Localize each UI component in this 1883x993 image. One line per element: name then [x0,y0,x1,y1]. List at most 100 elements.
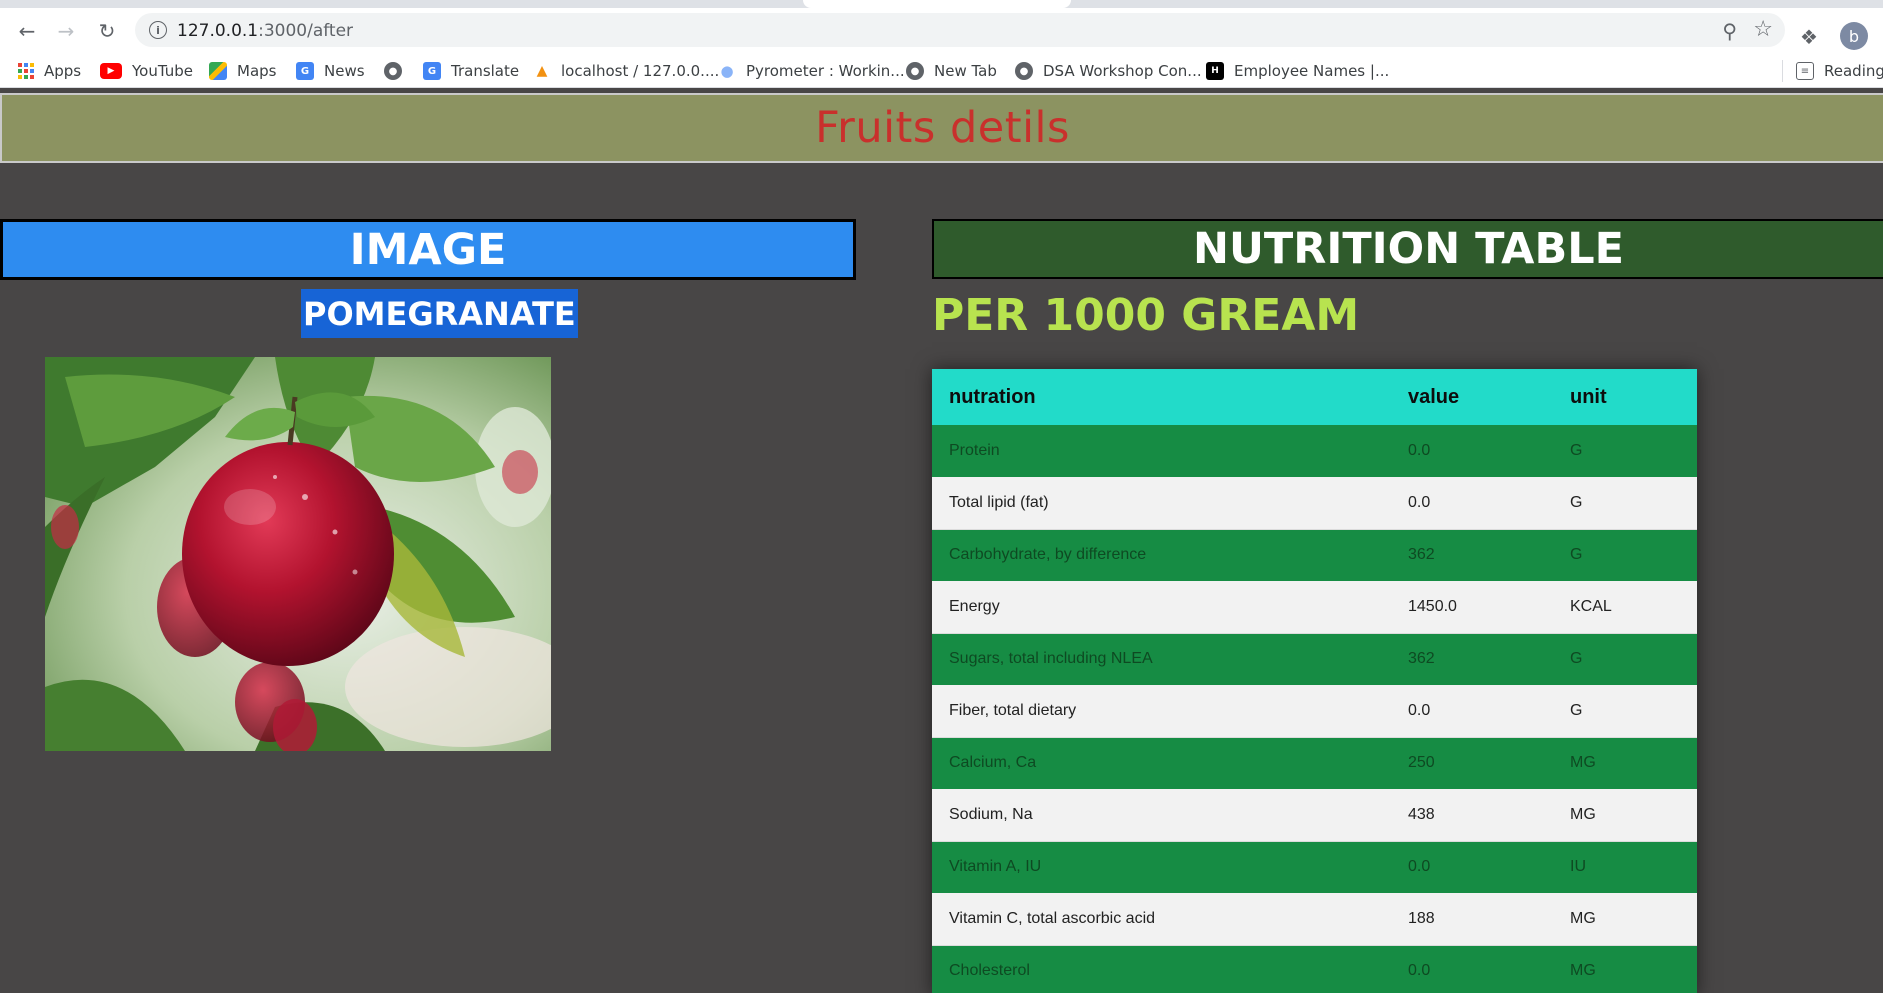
bookmark-dsa-workshop[interactable]: ● DSA Workshop Con... [1015,60,1202,82]
bookmark-localhost[interactable]: ▲ localhost / 127.0.0.... [533,60,720,82]
nutrient-unit: G [1553,425,1697,477]
extensions-puzzle-icon[interactable]: ❖ [1800,25,1818,49]
nutrient-name: Protein [932,425,1391,477]
table-row: Total lipid (fat) 0.0 G [932,477,1697,530]
per-quantity-label: PER 1000 GREAM [932,290,1360,341]
bookmark-globe[interactable]: ● [384,60,412,82]
nutrient-value: 0.0 [1391,425,1553,477]
table-row: Fiber, total dietary 0.0 G [932,685,1697,738]
reading-list-button[interactable]: ≡ Reading [1796,60,1883,82]
nutrient-unit: MG [1553,789,1697,842]
back-arrow-icon[interactable]: ← [14,18,40,44]
bookmark-apps[interactable]: Apps [18,60,81,82]
bookmark-translate[interactable]: G Translate [423,60,519,82]
column-header-value: value [1391,369,1553,425]
bookmark-label: localhost / 127.0.0.... [561,62,720,80]
nutrient-name: Sugars, total including NLEA [932,633,1391,685]
nutrient-unit: KCAL [1553,581,1697,634]
bookmark-pyrometer[interactable]: ● Pyrometer : Workin... [718,60,905,82]
nutrient-unit: G [1553,633,1697,685]
nutrient-value: 188 [1391,893,1553,946]
nutrient-name: Vitamin C, total ascorbic acid [932,893,1391,946]
page-title-bar: Fruits detils [0,93,1883,163]
column-header-nutration: nutration [932,369,1391,425]
nutrient-name: Sodium, Na [932,789,1391,842]
phpmyadmin-icon: ▲ [536,63,548,79]
reload-icon[interactable]: ↻ [94,18,120,44]
table-row: Sugars, total including NLEA 362 G [932,633,1697,685]
page-title: Fruits detils [815,103,1070,153]
table-row: Energy 1450.0 KCAL [932,581,1697,634]
nutrient-unit: MG [1553,737,1697,789]
table-row: Calcium, Ca 250 MG [932,737,1697,789]
bookmarks-bar: Apps ▶ YouTube Maps G News ● G Translate… [0,52,1883,88]
table-row: Sodium, Na 438 MG [932,789,1697,842]
image-section-header: IMAGE [0,219,856,280]
bookmark-youtube[interactable]: ▶ YouTube [100,60,193,82]
bookmark-label: New Tab [934,62,997,80]
table-row: Vitamin C, total ascorbic acid 188 MG [932,893,1697,946]
fruit-image [45,357,551,751]
url-path: :3000/after [258,21,354,41]
forward-arrow-icon[interactable]: → [53,18,79,44]
globe-icon: ● [1015,62,1033,80]
bookmark-new-tab[interactable]: ● New Tab [906,60,997,82]
news-icon: G [296,62,314,80]
bulb-icon: ● [720,62,734,80]
image-header-label: IMAGE [349,224,507,275]
bookmark-employee-names[interactable]: H Employee Names |... [1206,60,1389,82]
browser-toolbar: ← → ↻ i 127.0.0.1:3000/after ⚲ ☆ ❖ b [0,8,1883,52]
nutrient-name: Calcium, Ca [932,737,1391,789]
nutrition-header-label: NUTRITION TABLE [1192,224,1624,274]
fruit-name-highlight: POMEGRANATE [301,289,578,338]
bookmark-label: News [324,62,365,80]
nutrient-value: 0.0 [1391,841,1553,893]
table-row: Carbohydrate, by difference 362 G [932,529,1697,581]
bookmark-maps[interactable]: Maps [209,60,276,82]
red-fruit-photo [45,357,551,751]
translate-icon: G [423,62,441,80]
table-row: Cholesterol 0.0 MG [932,945,1697,993]
url-host: 127.0.0.1 [177,21,259,41]
maps-icon [209,62,227,80]
nutrient-value: 0.0 [1391,477,1553,530]
nutrient-unit: G [1553,529,1697,581]
bookmark-star-icon[interactable]: ☆ [1753,17,1773,42]
nutrition-table: nutration value unit Protein 0.0 G Total… [932,369,1697,993]
nutrient-value: 362 [1391,529,1553,581]
nutrient-value: 250 [1391,737,1553,789]
nutrient-name: Vitamin A, IU [932,841,1391,893]
nutrient-value: 362 [1391,633,1553,685]
bookmark-label: Reading [1824,62,1883,80]
column-header-unit: unit [1553,369,1697,425]
globe-icon: ● [384,62,402,80]
nutrient-name: Cholesterol [932,945,1391,993]
youtube-icon: ▶ [100,63,122,79]
bookmark-label: Maps [237,62,277,80]
bookmark-label: DSA Workshop Con... [1043,62,1202,80]
table-row: Protein 0.0 G [932,425,1697,477]
nutrient-value: 0.0 [1391,945,1553,993]
bookmark-label: Pyrometer : Workin... [746,62,905,80]
profile-initial: b [1848,26,1860,46]
tab-strip [0,0,1883,8]
bookmarks-divider [1782,60,1783,82]
active-tab[interactable] [803,0,1071,8]
table-header-row: nutration value unit [932,369,1697,425]
profile-avatar[interactable]: b [1840,22,1868,50]
nutrient-value: 1450.0 [1391,581,1553,634]
zoom-icon[interactable]: ⚲ [1722,19,1737,43]
url-text[interactable]: 127.0.0.1:3000/after [177,21,353,41]
nutrient-name: Total lipid (fat) [932,477,1391,530]
bookmark-label: Apps [44,62,82,80]
nutrient-value: 438 [1391,789,1553,842]
address-bar[interactable]: i 127.0.0.1:3000/after ⚲ ☆ [135,13,1785,47]
bookmark-label: YouTube [132,62,193,80]
bookmark-news[interactable]: G News [296,60,365,82]
nutrient-unit: G [1553,685,1697,738]
bookmark-label: Translate [451,62,520,80]
bookmark-label: Employee Names |... [1234,62,1390,80]
nutrient-value: 0.0 [1391,685,1553,738]
site-info-icon[interactable]: i [149,21,167,39]
nutrient-unit: IU [1553,841,1697,893]
